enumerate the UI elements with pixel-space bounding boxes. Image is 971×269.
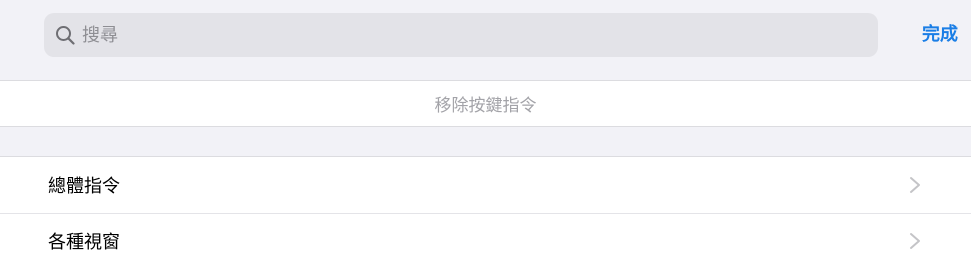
section-separator	[0, 127, 971, 156]
command-category-list: 總體指令 各種視窗	[0, 156, 971, 269]
search-icon	[54, 24, 76, 46]
chevron-right-icon	[909, 232, 921, 250]
list-item-label: 總體指令	[48, 176, 120, 197]
list-item-various-windows[interactable]: 各種視窗	[0, 213, 971, 269]
remove-keyboard-command-button[interactable]: 移除按鍵指令	[0, 80, 971, 127]
done-button[interactable]: 完成	[922, 22, 958, 48]
list-item-general-commands[interactable]: 總體指令	[0, 157, 971, 213]
search-input[interactable]	[82, 20, 862, 50]
search-bar: 完成	[0, 0, 971, 80]
remove-keyboard-command-label: 移除按鍵指令	[434, 96, 537, 116]
list-item-label: 各種視窗	[48, 232, 120, 253]
keyboard-commands-screen: 完成 移除按鍵指令 總體指令 各種視窗	[0, 0, 971, 269]
chevron-right-icon	[909, 176, 921, 194]
search-field[interactable]	[44, 13, 878, 57]
